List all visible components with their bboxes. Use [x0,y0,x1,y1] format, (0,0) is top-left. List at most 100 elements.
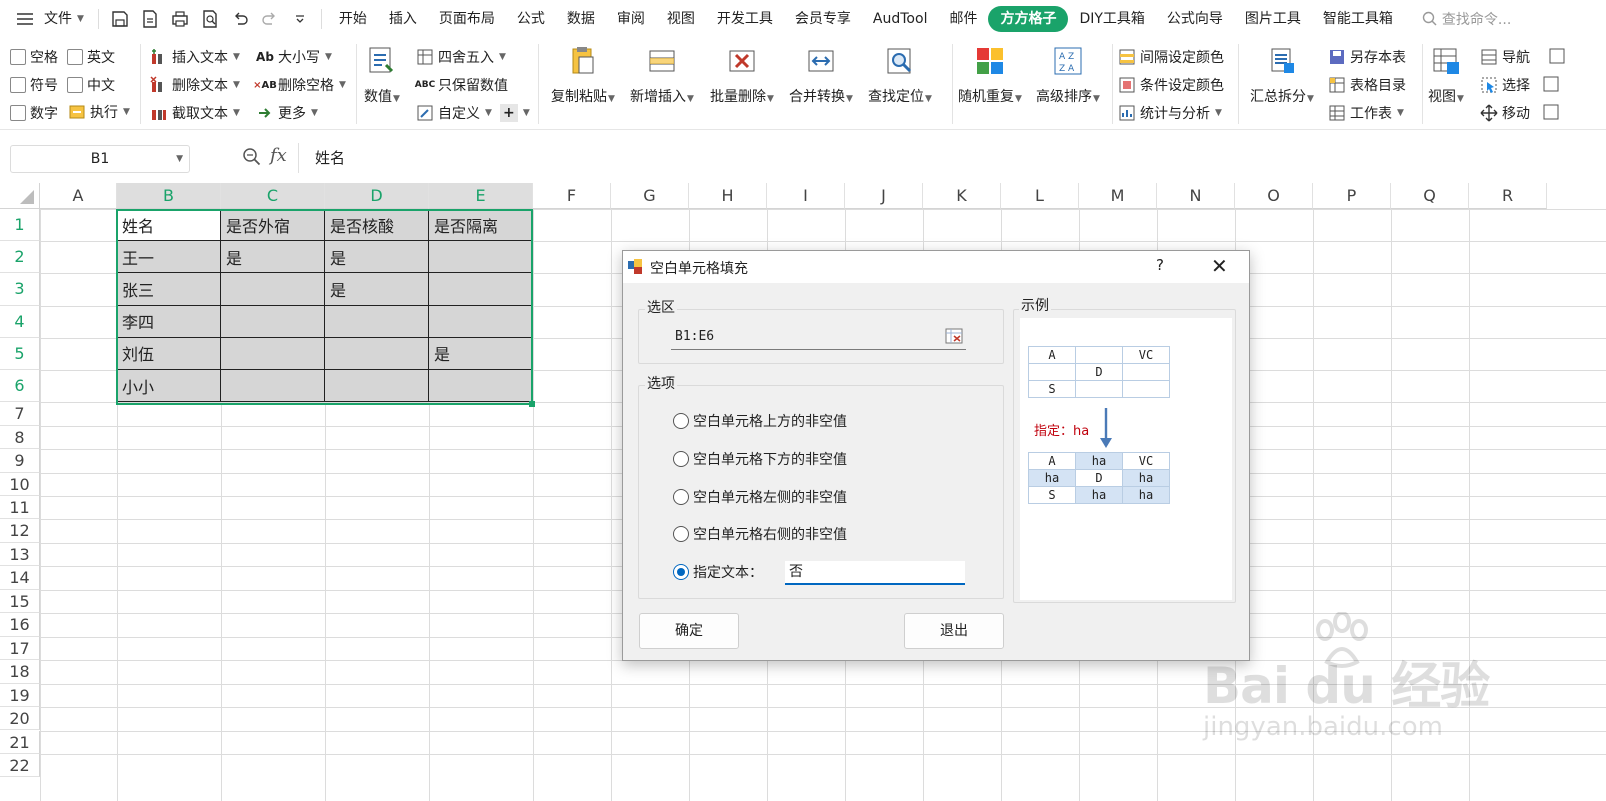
table-cell[interactable]: 是否隔离 [429,209,533,242]
print-icon[interactable] [169,8,191,30]
radio-button-selected[interactable] [673,564,689,580]
column-header[interactable]: J [845,183,923,209]
checkbox-box[interactable] [67,77,83,93]
table-cell[interactable]: 是 [325,273,429,306]
export-pdf-icon[interactable] [139,8,161,30]
table-cell[interactable]: 姓名 [117,209,221,242]
insert-text-button[interactable]: 插入文本 ▼ [150,47,240,67]
ribbon-tab[interactable]: 页面布局 [428,6,506,32]
table-cell[interactable] [429,273,533,306]
ribbon-tab[interactable]: 视图 [656,6,706,32]
column-header[interactable]: R [1469,183,1547,209]
table-cell[interactable]: 张三 [117,273,221,306]
table-cell[interactable]: 是 [429,337,533,370]
row-header[interactable]: 17 [0,636,40,661]
condition-color-button[interactable]: 条件设定颜色 [1118,75,1224,95]
ribbon-tab[interactable]: 智能工具箱 [1312,6,1404,32]
option-left[interactable]: 空白单元格左侧的非空值 [673,487,847,507]
radio-button[interactable] [673,451,689,467]
statistics-button[interactable]: 统计与分析 ▼ [1118,103,1222,123]
round-button[interactable]: 四舍五入 ▼ [416,47,506,67]
checkbox-box[interactable] [10,105,26,121]
keep-value-button[interactable]: ABC 只保留数值 [415,75,508,95]
print-preview-icon[interactable] [199,8,221,30]
range-picker-icon[interactable] [945,328,963,344]
table-cell[interactable] [429,370,533,403]
exit-button[interactable]: 退出 [904,613,1004,649]
checkbox-box[interactable] [10,49,26,65]
checkbox-space[interactable]: 空格 [10,47,58,67]
dialog-title-bar[interactable]: 空白单元格填充 ? ✕ [623,251,1249,283]
chevron-down-icon[interactable]: ▼ [176,146,183,172]
name-box[interactable]: B1 ▼ [10,145,190,173]
redo-icon[interactable] [259,8,281,30]
row-header[interactable]: 1 [0,209,40,242]
column-header[interactable]: A [40,183,117,209]
copy-paste-button[interactable]: 复制粘贴▼ [551,44,615,106]
view-button[interactable]: 视图▼ [1428,44,1464,106]
random-repeat-button[interactable]: 随机重复▼ [958,44,1022,106]
overflow-icon[interactable] [1548,47,1566,65]
row-header[interactable]: 22 [0,753,40,778]
range-input[interactable]: B1:E6 [671,324,966,350]
table-cell[interactable]: 李四 [117,305,221,338]
ribbon-tab[interactable]: 方方格子 [988,6,1069,32]
plus-icon[interactable]: + [499,104,518,122]
row-header[interactable]: 12 [0,519,40,543]
radio-button[interactable] [673,489,689,505]
table-cell[interactable] [221,305,325,338]
ribbon-tab[interactable]: 数据 [556,6,606,32]
hamburger-menu-icon[interactable] [14,8,36,30]
move-button[interactable]: 移动 [1480,103,1530,123]
column-header[interactable]: E [429,183,533,209]
table-cell[interactable]: 是 [325,241,429,274]
select-button[interactable]: 选择 [1480,75,1530,95]
row-header[interactable]: 6 [0,370,40,403]
table-cell[interactable]: 小小 [117,370,221,403]
row-header[interactable]: 11 [0,496,40,520]
column-header[interactable]: H [689,183,767,209]
delete-text-button[interactable]: 删除文本 ▼ [150,75,240,95]
radio-button[interactable] [673,413,689,429]
row-header[interactable]: 8 [0,425,40,450]
row-header[interactable]: 5 [0,337,40,370]
ok-button[interactable]: 确定 [639,613,739,649]
close-icon[interactable]: ✕ [1211,254,1228,278]
row-header[interactable]: 15 [0,589,40,614]
overflow-icon[interactable] [1542,103,1560,121]
ribbon-tab[interactable]: 开发工具 [706,6,784,32]
row-header[interactable]: 9 [0,449,40,473]
table-cell[interactable] [429,241,533,274]
row-header[interactable]: 7 [0,402,40,426]
checkbox-number[interactable]: 数字 [10,103,58,123]
sheet-directory-button[interactable]: 表格目录 [1328,75,1406,95]
table-cell[interactable]: 是 [221,241,325,274]
table-cell[interactable] [429,305,533,338]
zoom-icon[interactable] [242,147,262,171]
navigation-button[interactable]: 导航 [1480,47,1530,67]
quick-access-dropdown-icon[interactable] [289,8,311,30]
table-cell[interactable] [325,370,429,403]
table-cell[interactable] [325,337,429,370]
ribbon-tab[interactable]: DIY工具箱 [1068,6,1155,32]
row-header[interactable]: 10 [0,472,40,496]
table-cell[interactable] [325,305,429,338]
ribbon-tab[interactable]: 公式向导 [1156,6,1234,32]
option-specified-text[interactable]: 指定文本： [673,562,763,582]
case-button[interactable]: Ab 大小写 ▼ [256,47,332,67]
row-header[interactable]: 13 [0,542,40,567]
column-header[interactable]: N [1157,183,1235,209]
option-right[interactable]: 空白单元格右侧的非空值 [673,524,847,544]
row-header[interactable]: 20 [0,707,40,731]
interval-color-button[interactable]: 间隔设定颜色 [1118,47,1224,67]
ribbon-tab[interactable]: 插入 [378,6,428,32]
function-icon[interactable]: fx [270,145,287,166]
column-header[interactable]: P [1313,183,1391,209]
ribbon-tab[interactable]: 图片工具 [1234,6,1312,32]
remove-space-button[interactable]: × AB 删除空格 ▼ [253,75,346,95]
save-icon[interactable] [109,8,131,30]
extract-text-button[interactable]: 截取文本 ▼ [150,103,240,123]
ribbon-tab[interactable]: 会员专享 [784,6,862,32]
checkbox-chinese[interactable]: 中文 [67,75,115,95]
option-below[interactable]: 空白单元格下方的非空值 [673,449,847,469]
